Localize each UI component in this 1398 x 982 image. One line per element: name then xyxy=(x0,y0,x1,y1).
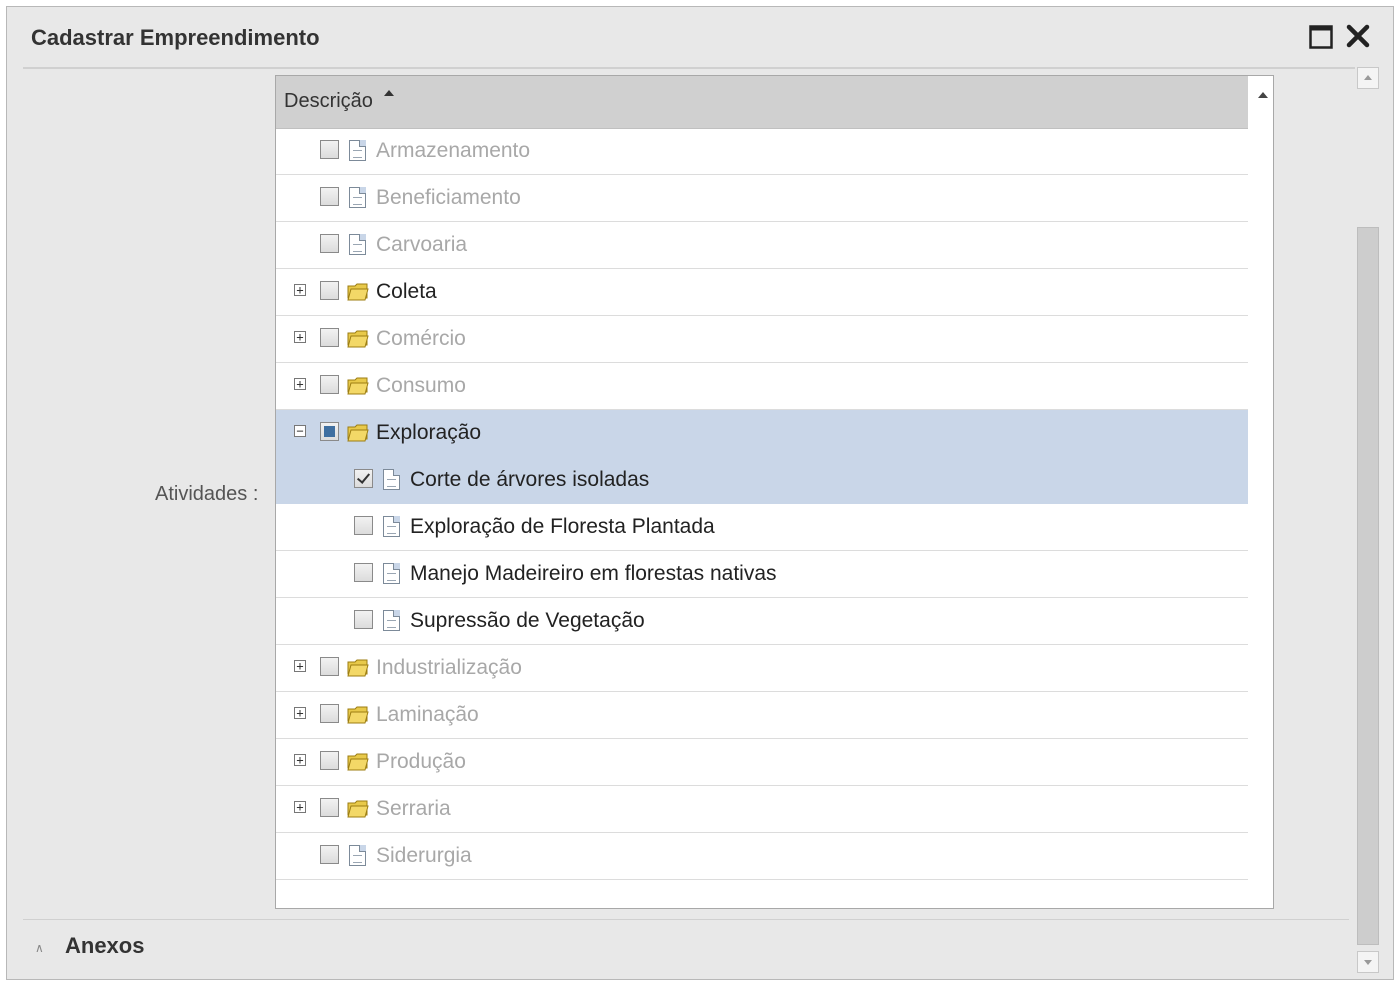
grid-scroll-up-icon[interactable] xyxy=(1258,92,1268,98)
tree-row-label: Consumo xyxy=(376,374,466,397)
document-icon xyxy=(383,563,400,584)
tree-row-label: Armazenamento xyxy=(376,139,531,162)
scroll-down-button[interactable] xyxy=(1357,951,1379,973)
scrollbar-thumb[interactable] xyxy=(1357,227,1379,945)
maximize-icon xyxy=(1309,25,1333,49)
folder-icon xyxy=(347,659,369,677)
sort-ascending-icon xyxy=(384,90,394,96)
tree-row-label: Exploração de Floresta Plantada xyxy=(410,515,715,538)
tree-row-label: Siderurgia xyxy=(376,844,472,867)
tree-row-label: Carvoaria xyxy=(376,233,468,256)
tree-row-label: Laminação xyxy=(376,703,479,726)
plus-square-icon[interactable]: + xyxy=(294,284,306,296)
document-icon xyxy=(383,610,400,631)
window-scrollbar[interactable] xyxy=(1355,67,1379,973)
row-checkbox[interactable] xyxy=(320,751,339,770)
tree-row-label: Corte de árvores isoladas xyxy=(410,468,650,491)
tree-row[interactable]: + Laminação xyxy=(276,692,1248,739)
tree-row[interactable]: + Consumo xyxy=(276,363,1248,410)
tree-row[interactable]: − Exploração xyxy=(276,410,1248,457)
grid-header[interactable]: Descrição xyxy=(276,76,1248,129)
tree-row[interactable]: + Industrialização xyxy=(276,645,1248,692)
tree-row-label: Serraria xyxy=(376,797,451,820)
row-checkbox[interactable] xyxy=(320,845,339,864)
document-icon xyxy=(349,845,366,866)
row-checkbox[interactable] xyxy=(320,375,339,394)
tree-row-label: Exploração xyxy=(376,421,482,444)
tree-row[interactable]: + Comércio xyxy=(276,316,1248,363)
row-checkbox[interactable] xyxy=(320,704,339,723)
tree-row[interactable]: Siderurgia xyxy=(276,833,1248,880)
activities-label: Atividades : xyxy=(155,483,259,505)
folder-icon xyxy=(347,800,369,818)
tree-row[interactable]: Carvoaria xyxy=(276,222,1248,269)
plus-square-icon[interactable]: + xyxy=(294,331,306,343)
row-checkbox[interactable] xyxy=(320,422,339,441)
row-checkbox[interactable] xyxy=(354,516,373,535)
row-checkbox[interactable] xyxy=(354,610,373,629)
folder-icon xyxy=(347,706,369,724)
folder-icon xyxy=(347,424,369,442)
folder-icon xyxy=(347,330,369,348)
plus-square-icon[interactable]: + xyxy=(294,801,306,813)
tree-row[interactable]: + Produção xyxy=(276,739,1248,786)
tree-row[interactable]: + Coleta xyxy=(276,269,1248,316)
row-checkbox[interactable] xyxy=(320,328,339,347)
plus-square-icon[interactable]: + xyxy=(294,378,306,390)
dialog-window: Cadastrar Empreendimento Atividades : De… xyxy=(6,6,1394,980)
tree-row-label: Industrialização xyxy=(376,656,522,679)
document-icon xyxy=(383,469,400,490)
close-icon xyxy=(1346,24,1370,48)
tree-row[interactable]: Manejo Madeireiro em florestas nativas xyxy=(276,551,1248,598)
document-icon xyxy=(383,516,400,537)
row-checkbox[interactable] xyxy=(320,281,339,300)
section-separator xyxy=(23,919,1349,920)
scroll-up-button[interactable] xyxy=(1357,67,1379,89)
tree-row-label: Beneficiamento xyxy=(376,186,521,209)
column-header-descricao[interactable]: Descrição xyxy=(284,90,373,113)
row-checkbox[interactable] xyxy=(320,798,339,817)
tree-row-label: Produção xyxy=(376,750,466,773)
tree-row[interactable]: + Serraria xyxy=(276,786,1248,833)
minus-square-icon[interactable]: − xyxy=(294,425,306,437)
plus-square-icon[interactable]: + xyxy=(294,660,306,672)
tree-row-label: Supressão de Vegetação xyxy=(410,609,645,632)
tree-row[interactable]: Beneficiamento xyxy=(276,175,1248,222)
document-icon xyxy=(349,140,366,161)
row-checkbox[interactable] xyxy=(354,469,373,488)
plus-square-icon[interactable]: + xyxy=(294,707,306,719)
tree-row[interactable]: Corte de árvores isoladas xyxy=(276,457,1248,504)
row-checkbox[interactable] xyxy=(320,187,339,206)
tree-row[interactable]: Supressão de Vegetação xyxy=(276,598,1248,645)
attachments-label: Anexos xyxy=(65,933,145,958)
row-checkbox[interactable] xyxy=(354,563,373,582)
folder-icon xyxy=(347,753,369,771)
row-checkbox[interactable] xyxy=(320,234,339,253)
document-icon xyxy=(349,234,366,255)
tree-row[interactable]: Exploração de Floresta Plantada xyxy=(276,504,1248,551)
plus-square-icon[interactable]: + xyxy=(294,754,306,766)
activities-tree-grid: Descrição Armazenamento Beneficiamento Car… xyxy=(275,75,1274,909)
grid-rows: Armazenamento Beneficiamento Carvoaria + Col… xyxy=(276,128,1248,880)
tree-row-label: Coleta xyxy=(376,280,437,303)
close-button[interactable] xyxy=(1345,23,1371,49)
caret-up-icon: ∧ xyxy=(35,941,44,955)
tree-row-label: Manejo Madeireiro em florestas nativas xyxy=(410,562,777,585)
title-separator xyxy=(23,67,1355,69)
dialog-title: Cadastrar Empreendimento xyxy=(31,25,320,50)
tree-row-label: Comércio xyxy=(376,327,466,350)
maximize-button[interactable] xyxy=(1309,25,1333,49)
tree-row[interactable]: Armazenamento xyxy=(276,128,1248,175)
folder-icon xyxy=(347,377,369,395)
document-icon xyxy=(349,187,366,208)
row-checkbox[interactable] xyxy=(320,657,339,676)
row-checkbox[interactable] xyxy=(320,140,339,159)
folder-icon xyxy=(347,283,369,301)
